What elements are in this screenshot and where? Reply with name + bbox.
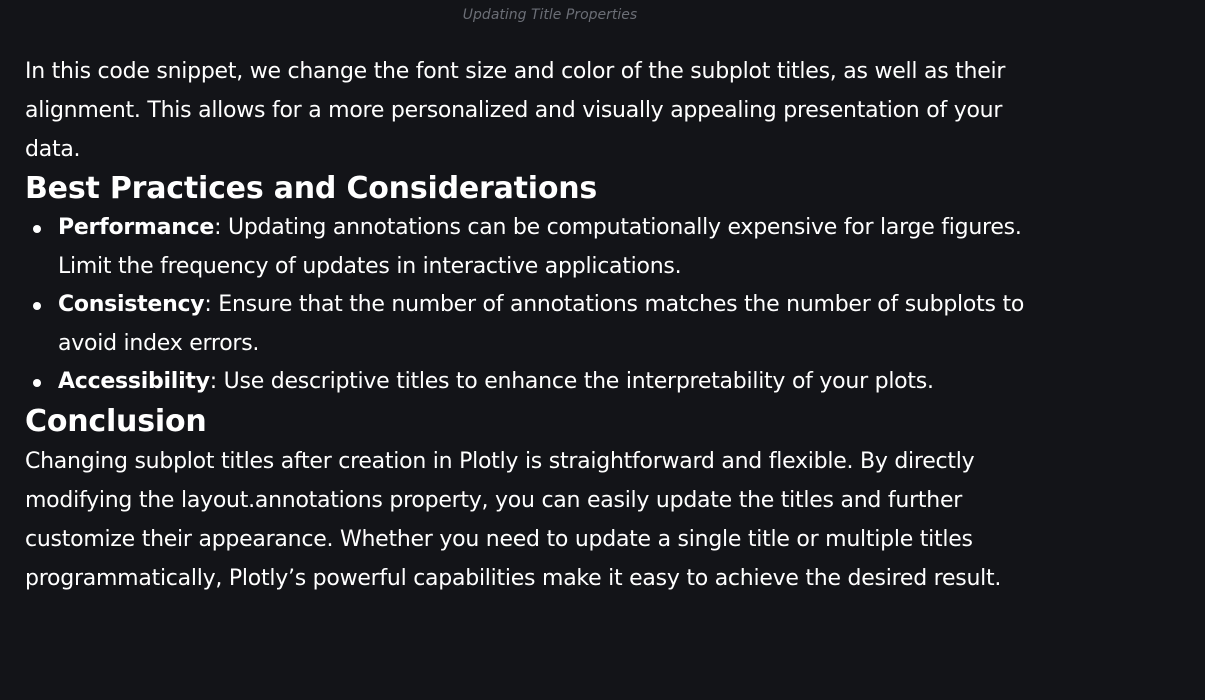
bullet-icon xyxy=(33,225,41,233)
article-content: In this code snippet, we change the font… xyxy=(25,52,1055,598)
conclusion-paragraph: Changing subplot titles after creation i… xyxy=(25,448,1002,591)
list-item-term: Performance xyxy=(58,215,215,240)
list-item-text: : Use descriptive titles to enhance the … xyxy=(209,369,934,394)
bullet-icon xyxy=(33,379,41,387)
list-item: Performance: Updating annotations can be… xyxy=(25,209,1055,286)
list-item: Accessibility: Use descriptive titles to… xyxy=(25,363,1055,402)
image-caption: Updating Title Properties xyxy=(462,7,638,23)
list-item: Consistency: Ensure that the number of a… xyxy=(25,286,1055,363)
conclusion-heading: Conclusion xyxy=(25,403,207,439)
best-practices-list: Performance: Updating annotations can be… xyxy=(25,209,1055,402)
intro-paragraph: In this code snippet, we change the font… xyxy=(25,59,1006,162)
bullet-icon xyxy=(33,302,41,310)
list-item-term: Consistency xyxy=(58,292,205,317)
best-practices-heading: Best Practices and Considerations xyxy=(25,171,598,206)
list-item-term: Accessibility xyxy=(58,369,210,394)
